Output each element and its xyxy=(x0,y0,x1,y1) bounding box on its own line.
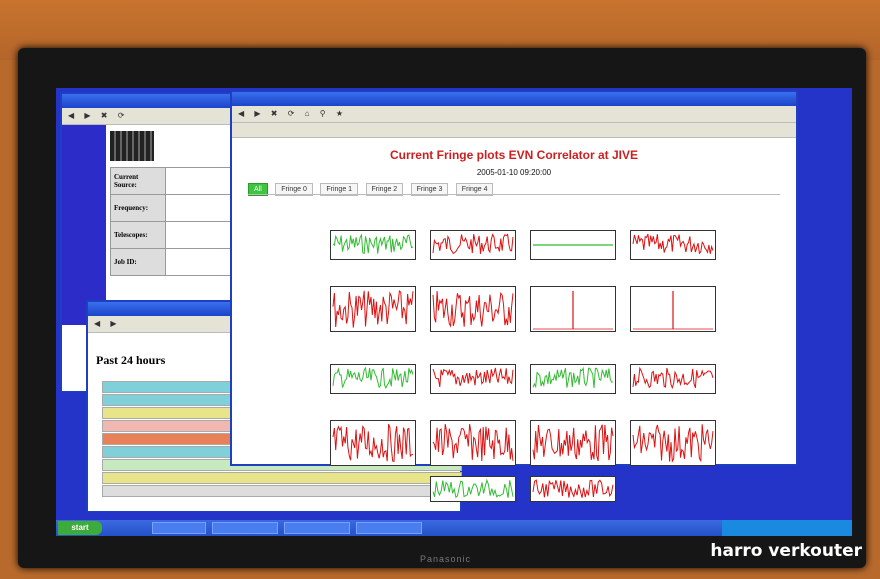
forward-icon[interactable]: ▶ xyxy=(84,108,90,124)
forward-icon[interactable]: ▶ xyxy=(110,316,116,332)
taskbar-item[interactable] xyxy=(152,522,206,534)
side-panel xyxy=(62,125,106,325)
taskbar-item[interactable] xyxy=(212,522,278,534)
fringe-plot[interactable] xyxy=(530,286,616,332)
divider xyxy=(248,194,780,195)
home-icon[interactable]: ⌂ xyxy=(305,106,310,122)
status-label: Telescopes: xyxy=(110,221,166,249)
favorites-icon[interactable]: ★ xyxy=(336,106,343,122)
fringe-plot[interactable] xyxy=(630,420,716,466)
trace-line xyxy=(432,367,514,387)
fringe-trace xyxy=(432,478,514,499)
fringe-trace xyxy=(332,289,414,328)
trace-line xyxy=(432,233,514,255)
back-icon[interactable]: ◀ xyxy=(94,316,100,332)
trace-line xyxy=(632,233,714,255)
fringe-plot[interactable] xyxy=(430,286,516,332)
trace-line xyxy=(532,424,614,462)
trace-line xyxy=(632,424,714,463)
fringe-plot[interactable] xyxy=(330,364,416,394)
fringe-trace xyxy=(332,233,414,255)
fringe-trace xyxy=(432,367,514,387)
trace-line xyxy=(332,289,414,328)
fringe-plot[interactable] xyxy=(530,420,616,466)
fringe-trace xyxy=(532,424,614,462)
stop-icon[interactable]: ✖ xyxy=(101,108,108,124)
past-24-hours-heading: Past 24 hours xyxy=(96,353,166,367)
page-date: 2005-01-10 09:20:00 xyxy=(476,168,552,177)
taskbar-item[interactable] xyxy=(356,522,422,534)
fringe-trace xyxy=(632,424,714,463)
trace-line xyxy=(432,291,514,328)
desktop-screen: ◀ ▶ ✖ ⟳ Current Source: Frequency: Teles… xyxy=(56,88,852,536)
trace-line xyxy=(432,424,514,462)
back-icon[interactable]: ◀ xyxy=(68,108,74,124)
fringe-plot[interactable] xyxy=(630,286,716,332)
start-button[interactable]: start xyxy=(58,521,102,535)
refresh-icon[interactable]: ⟳ xyxy=(288,106,295,122)
fringe-plot[interactable] xyxy=(430,364,516,394)
trace-line xyxy=(632,366,714,390)
fringe-plot[interactable] xyxy=(330,230,416,260)
taskbar-item[interactable] xyxy=(284,522,350,534)
main-window-titlebar[interactable] xyxy=(232,92,796,106)
fringe-plot[interactable] xyxy=(330,420,416,466)
fringe-trace xyxy=(633,291,713,330)
fringe-trace xyxy=(533,291,613,330)
status-label: Frequency: xyxy=(110,194,166,222)
refresh-icon[interactable]: ⟳ xyxy=(118,108,125,124)
fringe-trace xyxy=(432,424,514,462)
fringe-trace xyxy=(533,244,613,246)
forward-icon[interactable]: ▶ xyxy=(254,106,260,122)
history-row[interactable] xyxy=(102,472,462,484)
fringe-plot[interactable] xyxy=(330,286,416,332)
status-label: Job ID: xyxy=(110,248,166,276)
search-icon[interactable]: ⚲ xyxy=(320,106,326,122)
fringe-plot[interactable] xyxy=(530,476,616,502)
trace-line xyxy=(532,366,614,389)
fringe-plot[interactable] xyxy=(630,230,716,260)
fringe-trace xyxy=(632,366,714,390)
trace-line xyxy=(332,366,414,390)
fringe-trace xyxy=(432,291,514,328)
photographer-signature: harro verkouter xyxy=(710,541,862,561)
system-tray xyxy=(722,520,852,536)
fringe-plot[interactable] xyxy=(430,230,516,260)
fringe-plot[interactable] xyxy=(530,364,616,394)
correlator-rack-image xyxy=(110,131,154,161)
fringe-plot[interactable] xyxy=(430,476,516,502)
fringe-plots-window[interactable]: ◀ ▶ ✖ ⟳ ⌂ ⚲ ★ Current Fringe plots EVN C… xyxy=(230,90,798,502)
stop-icon[interactable]: ✖ xyxy=(271,106,278,122)
fringe-trace xyxy=(632,233,714,255)
taskbar: start xyxy=(56,520,852,536)
trace-line xyxy=(332,233,414,255)
main-window-toolbar: ◀ ▶ ✖ ⟳ ⌂ ⚲ ★ xyxy=(232,106,796,123)
trace-line xyxy=(432,478,514,499)
fringe-page: Current Fringe plots EVN Correlator at J… xyxy=(232,138,796,502)
fringe-plot[interactable] xyxy=(430,420,516,466)
fringe-plot[interactable] xyxy=(630,364,716,394)
trace-line xyxy=(532,479,614,498)
status-label: Current Source: xyxy=(110,167,166,195)
fringe-trace xyxy=(332,366,414,390)
menu-bar xyxy=(232,123,796,138)
fringe-plot[interactable] xyxy=(530,230,616,260)
fringe-trace xyxy=(332,424,414,463)
back-icon[interactable]: ◀ xyxy=(238,106,244,122)
monitor-brand: Panasonic xyxy=(420,554,472,564)
fringe-trace xyxy=(432,233,514,255)
history-row[interactable] xyxy=(102,485,462,497)
fringe-trace xyxy=(532,479,614,498)
page-title: Current Fringe plots EVN Correlator at J… xyxy=(389,148,639,162)
fringe-trace xyxy=(532,366,614,389)
trace-line xyxy=(332,424,414,463)
